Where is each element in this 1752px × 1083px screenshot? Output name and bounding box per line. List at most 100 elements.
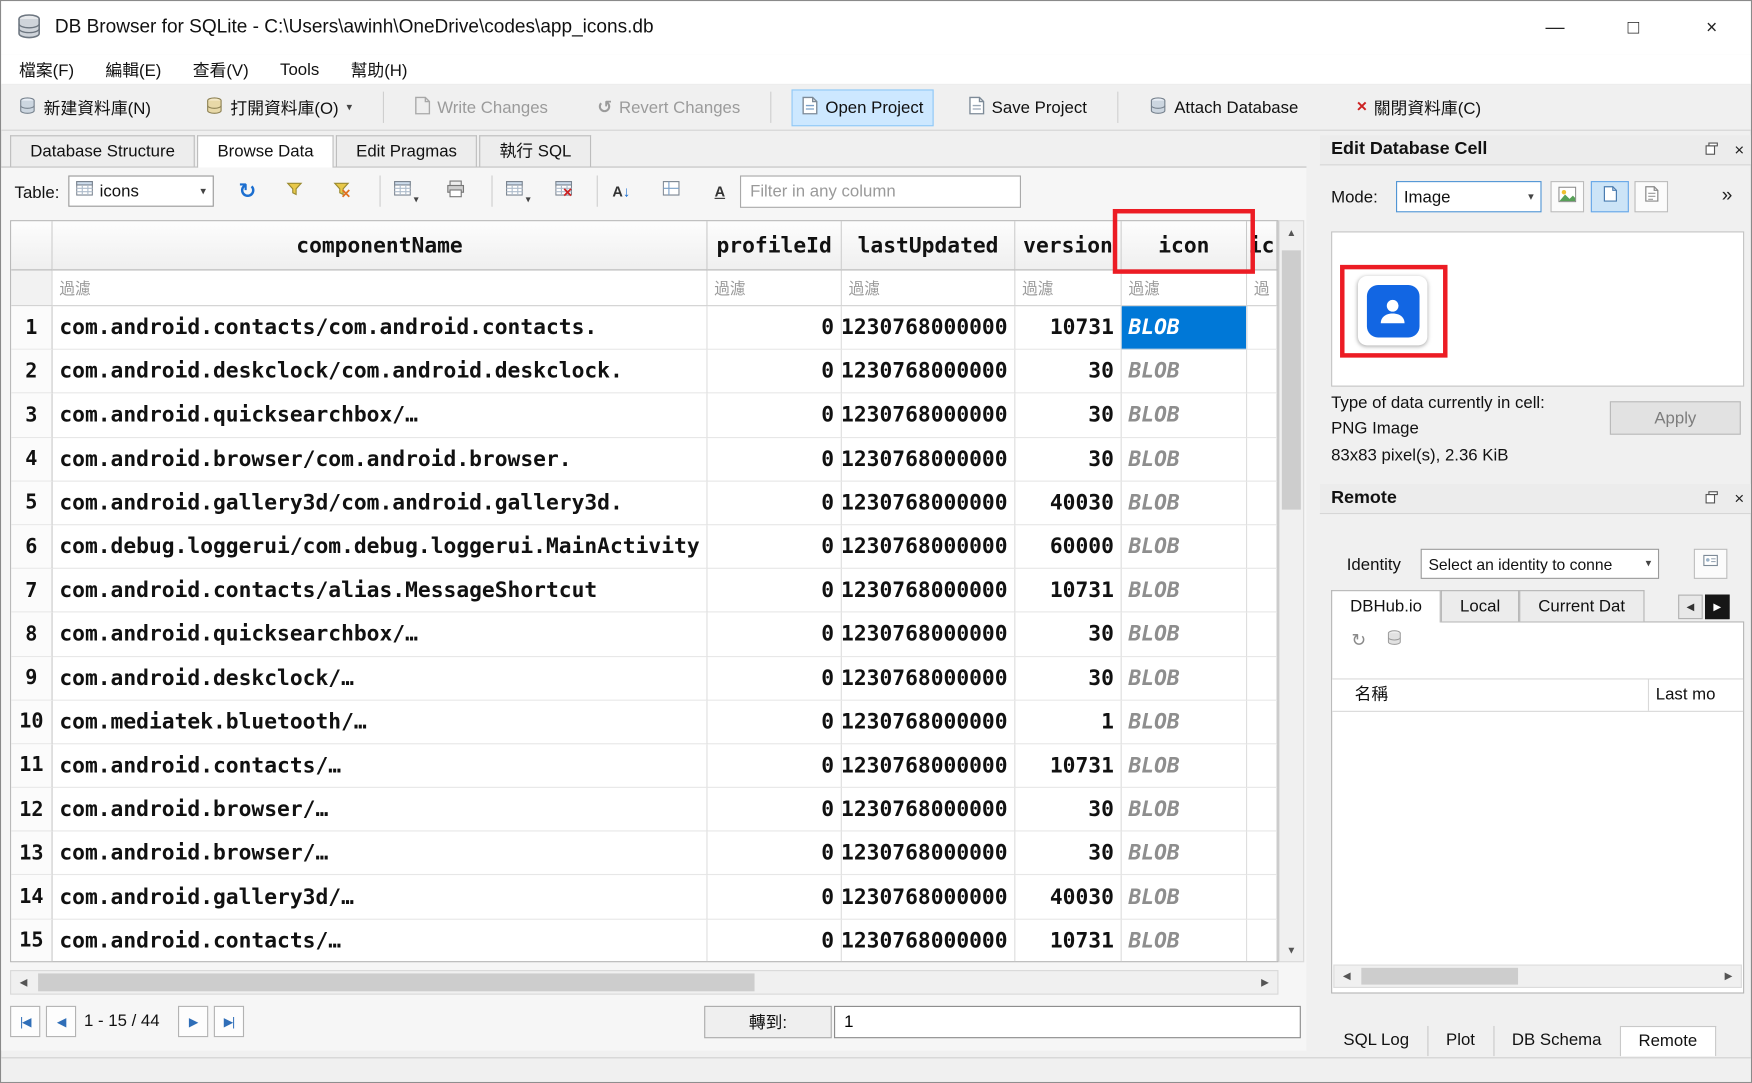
- row-number[interactable]: 15: [11, 919, 52, 962]
- cell-overflow[interactable]: [1247, 613, 1277, 657]
- first-record-button[interactable]: |◀: [10, 1006, 40, 1037]
- menu-item[interactable]: Tools: [264, 60, 335, 79]
- cell-last-updated[interactable]: 1230768000000: [842, 394, 1016, 438]
- cell-version[interactable]: 30: [1015, 350, 1121, 394]
- menu-item[interactable]: 幫助(H): [335, 58, 423, 81]
- column-filter-componentname[interactable]: [53, 270, 707, 305]
- cell-component-name[interactable]: com.android.contacts/…: [53, 744, 708, 788]
- cell-profile-id[interactable]: 0: [708, 394, 842, 438]
- row-number[interactable]: 10: [11, 700, 52, 744]
- cell-profile-id[interactable]: 0: [708, 657, 842, 701]
- cell-icon-blob[interactable]: BLOB: [1122, 613, 1247, 657]
- remote-scrollbar-thumb[interactable]: [1361, 968, 1518, 985]
- close-panel-icon[interactable]: ×: [1734, 490, 1744, 509]
- cell-overflow[interactable]: [1247, 481, 1277, 525]
- more-tools-icon[interactable]: »: [1722, 184, 1733, 206]
- column-header-version[interactable]: version: [1015, 221, 1121, 270]
- revert-changes-button[interactable]: ↺ Revert Changes: [587, 89, 750, 125]
- table-row[interactable]: 3 com.android.quicksearchbox/… 0 1230768…: [11, 394, 1277, 438]
- cell-icon-blob[interactable]: BLOB: [1122, 438, 1247, 482]
- apply-button[interactable]: Apply: [1610, 401, 1741, 435]
- column-header-icon[interactable]: icon: [1122, 221, 1247, 270]
- column-filter-overflow[interactable]: [1247, 270, 1276, 305]
- refresh-button[interactable]: ↻: [229, 175, 265, 206]
- cell-last-updated[interactable]: 1230768000000: [842, 788, 1016, 832]
- horizontal-scrollbar-thumb[interactable]: [38, 973, 754, 991]
- table-row[interactable]: 6 com.debug.loggerui/com.debug.loggerui.…: [11, 525, 1277, 569]
- remote-horizontal-scrollbar[interactable]: ◀ ▶: [1333, 964, 1742, 987]
- menu-item[interactable]: 查看(V): [177, 58, 264, 81]
- cell-component-name[interactable]: com.android.deskclock/…: [53, 657, 708, 701]
- cell-version[interactable]: 10731: [1015, 306, 1121, 350]
- text-view-toggle-button[interactable]: [1634, 181, 1668, 212]
- main-tab[interactable]: Edit Pragmas: [336, 135, 477, 166]
- cell-profile-id[interactable]: 0: [708, 876, 842, 920]
- cell-component-name[interactable]: com.android.gallery3d/com.android.galler…: [53, 481, 708, 525]
- cell-last-updated[interactable]: 1230768000000: [842, 481, 1016, 525]
- cell-version[interactable]: 30: [1015, 788, 1121, 832]
- remote-tab[interactable]: Current Dat: [1519, 590, 1644, 621]
- table-row[interactable]: 8 com.android.quicksearchbox/… 0 1230768…: [11, 613, 1277, 657]
- previous-record-button[interactable]: ◀: [46, 1006, 76, 1037]
- row-number[interactable]: 2: [11, 350, 52, 394]
- table-row[interactable]: 1 com.android.contacts/com.android.conta…: [11, 306, 1277, 350]
- tab-scroll-left-icon[interactable]: ◀: [1678, 595, 1703, 620]
- float-panel-icon[interactable]: [1705, 140, 1718, 160]
- cell-last-updated[interactable]: 1230768000000: [842, 876, 1016, 920]
- open-database-dropdown-icon[interactable]: ▾: [346, 101, 352, 113]
- import-data-button[interactable]: [1551, 181, 1585, 212]
- main-tab[interactable]: 執行 SQL: [479, 135, 591, 166]
- filter-button[interactable]: [277, 175, 313, 206]
- cell-component-name[interactable]: com.android.deskclock/com.android.deskcl…: [53, 350, 708, 394]
- cell-version[interactable]: 40030: [1015, 876, 1121, 920]
- save-project-button[interactable]: Save Project: [958, 89, 1097, 126]
- cell-overflow[interactable]: [1247, 394, 1277, 438]
- cell-last-updated[interactable]: 1230768000000: [842, 525, 1016, 569]
- table-row[interactable]: 2 com.android.deskclock/com.android.desk…: [11, 350, 1277, 394]
- remote-list-column-name[interactable]: 名稱: [1332, 680, 1649, 711]
- cell-last-updated[interactable]: 1230768000000: [842, 350, 1016, 394]
- table-row[interactable]: 13 com.android.browser/… 0 1230768000000…: [11, 832, 1277, 876]
- cell-last-updated[interactable]: 1230768000000: [842, 919, 1016, 962]
- image-view-toggle-button[interactable]: [1591, 181, 1629, 212]
- table-row[interactable]: 4 com.android.browser/com.android.browse…: [11, 438, 1277, 482]
- cell-icon-blob[interactable]: BLOB: [1122, 525, 1247, 569]
- cell-component-name[interactable]: com.debug.loggerui/com.debug.loggerui.Ma…: [53, 525, 708, 569]
- scroll-up-icon[interactable]: ▲: [1280, 221, 1304, 243]
- row-number[interactable]: 7: [11, 569, 52, 613]
- cell-overflow[interactable]: [1247, 744, 1277, 788]
- tab-scroll-right-icon[interactable]: ▶: [1705, 595, 1730, 620]
- cell-version[interactable]: 30: [1015, 394, 1121, 438]
- cell-profile-id[interactable]: 0: [708, 700, 842, 744]
- remote-refresh-icon[interactable]: ↻: [1351, 629, 1366, 651]
- column-header-lastupdated[interactable]: lastUpdated: [842, 221, 1016, 270]
- row-number[interactable]: 12: [11, 788, 52, 832]
- cell-version[interactable]: 30: [1015, 438, 1121, 482]
- cell-overflow[interactable]: [1247, 700, 1277, 744]
- vertical-scrollbar[interactable]: ▲ ▼: [1278, 220, 1304, 962]
- delete-record-button[interactable]: [545, 175, 581, 206]
- cell-profile-id[interactable]: 0: [708, 788, 842, 832]
- column-header-componentname[interactable]: componentName: [53, 221, 708, 270]
- cell-icon-blob[interactable]: BLOB: [1122, 481, 1247, 525]
- new-database-button[interactable]: 新建資料庫(N): [8, 89, 161, 126]
- cell-icon-blob[interactable]: BLOB: [1122, 306, 1247, 350]
- mode-select[interactable]: Image ▾: [1396, 181, 1542, 212]
- row-number[interactable]: 3: [11, 394, 52, 438]
- cell-overflow[interactable]: [1247, 525, 1277, 569]
- cell-component-name[interactable]: com.android.gallery3d/…: [53, 876, 708, 920]
- cell-version[interactable]: 60000: [1015, 525, 1121, 569]
- cell-profile-id[interactable]: 0: [708, 438, 842, 482]
- row-number[interactable]: 4: [11, 438, 52, 482]
- column-filter-icon[interactable]: [1122, 270, 1246, 305]
- remote-tab[interactable]: DBHub.io: [1331, 590, 1441, 622]
- insert-record-button[interactable]: ▾: [496, 175, 532, 206]
- cell-icon-blob[interactable]: BLOB: [1122, 919, 1247, 962]
- new-record-button[interactable]: ▾: [384, 175, 420, 206]
- cell-last-updated[interactable]: 1230768000000: [842, 700, 1016, 744]
- cell-profile-id[interactable]: 0: [708, 525, 842, 569]
- main-tab[interactable]: Browse Data: [197, 135, 333, 167]
- cell-overflow[interactable]: [1247, 306, 1277, 350]
- cell-profile-id[interactable]: 0: [708, 306, 842, 350]
- cell-component-name[interactable]: com.android.browser/…: [53, 788, 708, 832]
